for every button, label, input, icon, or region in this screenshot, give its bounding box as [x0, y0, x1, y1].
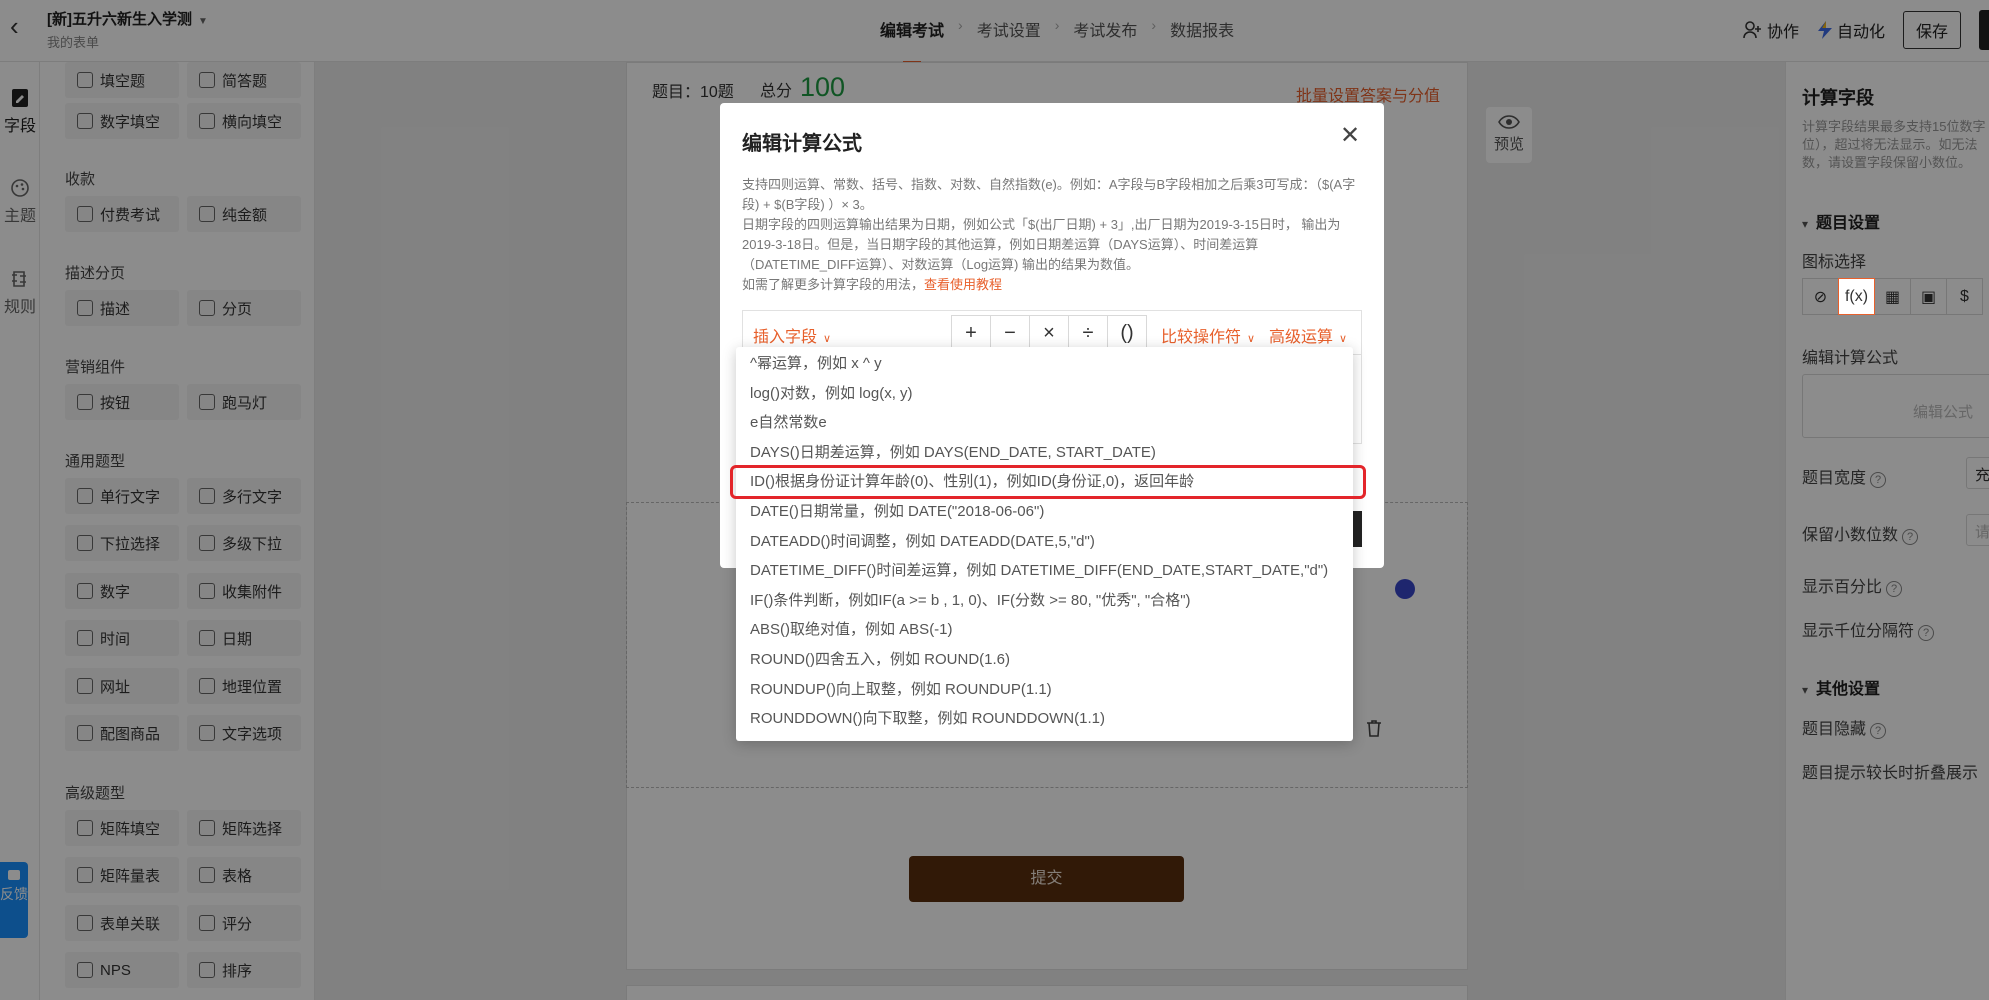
menu-item-datetime-diff[interactable]: DATETIME_DIFF()时间差运算，例如 DATETIME_DIFF(EN… — [736, 556, 1353, 586]
menu-item-e[interactable]: e自然常数e — [736, 408, 1353, 438]
multiply-button[interactable]: × — [1029, 315, 1069, 351]
menu-item-days[interactable]: DAYS()日期差运算，例如 DAYS(END_DATE, START_DATE… — [736, 438, 1353, 468]
insert-field-dropdown[interactable]: 插入字段 ∨ — [753, 323, 831, 347]
close-icon[interactable]: ✕ — [1338, 124, 1362, 148]
modal-description: 支持四则运算、常数、括号、指数、对数、自然指数(e)。例如：A字段与B字段相加之… — [742, 175, 1362, 295]
chevron-down-icon: ∨ — [1339, 333, 1348, 345]
compare-label: 比较操作符 — [1161, 329, 1242, 346]
chevron-down-icon: ∨ — [1247, 333, 1256, 345]
chevron-down-icon: ∨ — [823, 333, 832, 345]
menu-item-abs[interactable]: ABS()取绝对值，例如 ABS(-1) — [736, 615, 1353, 645]
compare-operator-dropdown[interactable]: 比较操作符 ∨ — [1161, 323, 1255, 347]
menu-item-if[interactable]: IF()条件判断，例如IF(a >= b , 1, 0)、IF(分数 >= 80… — [736, 586, 1353, 616]
divide-button[interactable]: ÷ — [1068, 315, 1108, 351]
menu-item-log[interactable]: log()对数，例如 log(x, y) — [736, 379, 1353, 409]
parentheses-button[interactable]: () — [1107, 315, 1147, 351]
menu-item-date[interactable]: DATE()日期常量，例如 DATE("2018-06-06") — [736, 497, 1353, 527]
minus-button[interactable]: − — [990, 315, 1030, 351]
plus-button[interactable]: + — [951, 315, 991, 351]
menu-item-rounddown[interactable]: ROUNDDOWN()向下取整，例如 ROUNDDOWN(1.1) — [736, 704, 1353, 734]
insert-field-label: 插入字段 — [753, 329, 818, 346]
menu-item-dateadd[interactable]: DATEADD()时间调整，例如 DATEADD(DATE,5,"d") — [736, 527, 1353, 557]
operator-buttons: + − × ÷ () — [951, 315, 1147, 351]
help-prefix: 如需了解更多计算字段的用法， — [742, 277, 925, 292]
menu-item-roundup[interactable]: ROUNDUP()向上取整，例如 ROUNDUP(1.1) — [736, 675, 1353, 705]
desc-help-line: 如需了解更多计算字段的用法，查看使用教程 — [742, 275, 1362, 295]
menu-item-round[interactable]: ROUND()四舍五入，例如 ROUND(1.6) — [736, 645, 1353, 675]
advanced-operation-dropdown[interactable]: 高级运算 ∨ — [1269, 323, 1347, 347]
advanced-label: 高级运算 — [1269, 329, 1334, 346]
menu-item-power[interactable]: ^幂运算，例如 x ^ y — [736, 349, 1353, 379]
advanced-operation-menu: ^幂运算，例如 x ^ y log()对数，例如 log(x, y) e自然常数… — [730, 347, 1366, 741]
desc-line: 日期字段的四则运算输出结果为日期，例如公式「$(出厂日期) + 3」,出厂日期为… — [742, 217, 1341, 272]
modal-title: 编辑计算公式 — [742, 133, 862, 155]
function-icon[interactable]: f(x) — [1838, 278, 1875, 315]
desc-line: 支持四则运算、常数、括号、指数、对数、自然指数(e)。例如：A字段与B字段相加之… — [742, 177, 1356, 212]
tutorial-link[interactable]: 查看使用教程 — [924, 277, 1002, 292]
menu-item-id[interactable]: ID()根据身份证计算年龄(0)、性别(1)，例如ID(身份证,0)，返回年龄 — [730, 465, 1366, 499]
